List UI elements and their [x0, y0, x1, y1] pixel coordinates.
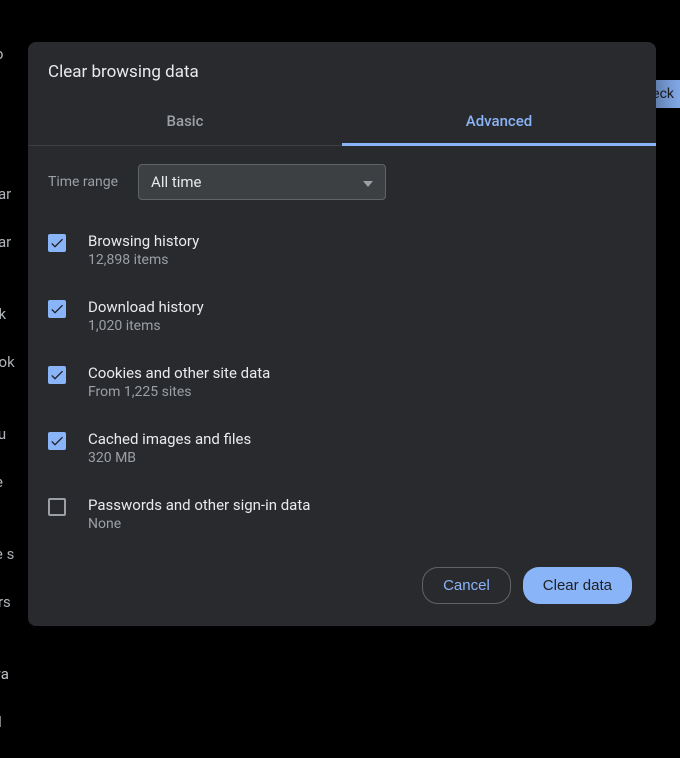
tabs: Basic Advanced	[28, 98, 656, 146]
item-browsing-history: Browsing history 12,898 items	[48, 232, 636, 268]
time-range-label: Time range	[48, 174, 118, 190]
time-range-select[interactable]: All time	[138, 164, 386, 200]
caret-down-icon	[363, 173, 373, 191]
item-cached: Cached images and files 320 MB	[48, 430, 636, 466]
dialog-content[interactable]: Time range All time Browsing history 12,…	[28, 146, 656, 549]
item-passwords: Passwords and other sign-in data None	[48, 496, 636, 532]
check-icon	[49, 301, 65, 317]
time-range-value: All time	[151, 173, 201, 191]
cancel-button[interactable]: Cancel	[422, 567, 511, 604]
item-sub: None	[88, 516, 636, 532]
checkbox-download-history[interactable]	[48, 300, 66, 318]
item-sub: 1,020 items	[88, 318, 636, 334]
tab-basic[interactable]: Basic	[28, 98, 342, 145]
clear-browsing-data-dialog: Clear browsing data Basic Advanced Time …	[28, 42, 656, 626]
item-label: Cached images and files	[88, 430, 636, 448]
item-sub: 320 MB	[88, 450, 636, 466]
item-label: Cookies and other site data	[88, 364, 636, 382]
item-sub: 12,898 items	[88, 252, 636, 268]
checkbox-cached[interactable]	[48, 432, 66, 450]
item-download-history: Download history 1,020 items	[48, 298, 636, 334]
check-icon	[49, 235, 65, 251]
clear-data-button[interactable]: Clear data	[523, 567, 632, 604]
item-label: Browsing history	[88, 232, 636, 250]
item-label: Download history	[88, 298, 636, 316]
item-sub: From 1,225 sites	[88, 384, 636, 400]
check-icon	[49, 433, 65, 449]
dialog-title: Clear browsing data	[28, 42, 656, 98]
item-cookies: Cookies and other site data From 1,225 s…	[48, 364, 636, 400]
checkbox-browsing-history[interactable]	[48, 234, 66, 252]
checkbox-passwords[interactable]	[48, 498, 66, 516]
tab-advanced[interactable]: Advanced	[342, 98, 656, 146]
item-label: Passwords and other sign-in data	[88, 496, 636, 514]
dialog-footer: Cancel Clear data	[28, 549, 656, 626]
check-icon	[49, 367, 65, 383]
checkbox-cookies[interactable]	[48, 366, 66, 384]
